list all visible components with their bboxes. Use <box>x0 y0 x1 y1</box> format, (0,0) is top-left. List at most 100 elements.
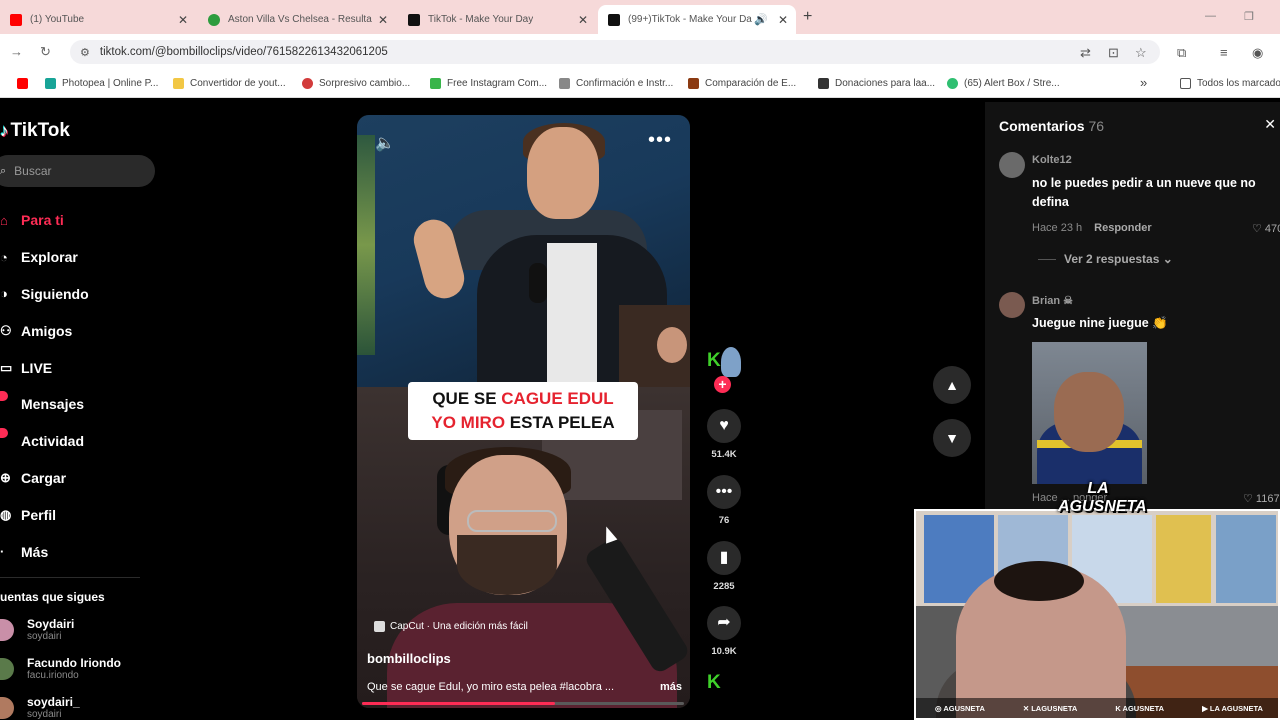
beard-shape <box>457 535 557 595</box>
video-description: Que se cague Edul, yo miro esta pelea #l… <box>367 681 682 693</box>
save-button[interactable]: ▮ 2285 <box>704 541 744 592</box>
account-handle: soydairi <box>27 709 62 720</box>
sidebar-item-para-ti[interactable]: ⌂ Para ti <box>0 202 150 239</box>
followed-account[interactable]: Soydairi soydairi <box>0 618 74 642</box>
sidebar-item-live[interactable]: ▭ LIVE <box>0 349 150 386</box>
minimize-icon[interactable]: — <box>1205 10 1216 22</box>
view-replies-button[interactable]: Ver 2 respuestas ⌄ <box>1038 252 1173 266</box>
bookmark-item[interactable]: Donaciones para laa... <box>818 78 935 89</box>
poster-image <box>1156 515 1211 603</box>
more-options-icon[interactable]: ••• <box>648 129 672 152</box>
microphone-shape <box>529 263 547 303</box>
translate-icon[interactable]: ⇄ <box>1080 45 1091 61</box>
link-icon <box>559 78 570 89</box>
reply-button[interactable]: Responder <box>1094 222 1151 234</box>
forward-icon[interactable]: → <box>10 44 23 59</box>
follow-plus-icon[interactable]: + <box>714 376 731 393</box>
comment-image[interactable] <box>1032 342 1147 484</box>
new-tab-icon[interactable]: + <box>803 8 812 26</box>
bookmark-item[interactable]: Confirmación e Instr... <box>559 78 673 89</box>
bookmark-item[interactable]: Comparación de E... <box>688 78 796 89</box>
creator-avatar[interactable]: K + <box>705 347 743 393</box>
install-icon[interactable]: ⊡ <box>1108 45 1119 61</box>
avatar[interactable] <box>999 152 1025 178</box>
speaker-icon[interactable]: 🔊 <box>754 13 768 26</box>
share-button[interactable]: ➦ 10.9K <box>704 606 744 657</box>
comment-count: 76 <box>718 515 730 526</box>
comment-time: Hace 23 h <box>1032 222 1083 234</box>
comment-like-button[interactable]: ♡ 1167 <box>1243 492 1280 505</box>
comments-header: Comentarios 76 <box>999 118 1104 134</box>
video-player[interactable]: QUE SE CAGUE EDUL YO MIRO ESTA PELEA 🔈 •… <box>357 115 690 708</box>
close-icon[interactable]: ✕ <box>378 13 388 27</box>
chevron-up-icon: ▲ <box>945 377 959 393</box>
bookmark-item[interactable]: Convertidor de yout... <box>173 78 286 89</box>
account-name: Soydairi <box>27 617 75 631</box>
nav-label: Para ti <box>21 212 64 229</box>
avatar[interactable] <box>999 292 1025 318</box>
tiktok-logo[interactable]: ♪ TikTok <box>0 120 70 142</box>
url-field[interactable]: ⚙ tiktok.com/@bombilloclips/video/761582… <box>70 40 1160 64</box>
video-author[interactable]: bombilloclips <box>367 651 451 666</box>
close-icon[interactable]: ✕ <box>778 13 788 27</box>
music-disc-icon[interactable]: K <box>707 672 721 694</box>
previous-video-button[interactable]: ▲ <box>933 366 971 404</box>
football-favicon-icon <box>208 13 220 26</box>
donation-icon <box>818 78 829 89</box>
media-icon[interactable]: ≡ <box>1220 45 1228 60</box>
search-input[interactable]: ⌕ Buscar <box>0 155 155 187</box>
like-button[interactable]: ♥ 51.4K <box>704 409 744 460</box>
close-icon[interactable]: ✕ <box>1264 116 1276 133</box>
all-bookmarks[interactable]: Todos los marcado <box>1180 78 1280 89</box>
bookmark-label: Donaciones para laa... <box>835 78 936 89</box>
more-link[interactable]: más <box>660 681 682 693</box>
bookmark-item[interactable]: (65) Alert Box / Stre... <box>947 78 1060 89</box>
reload-icon[interactable]: ↻ <box>40 44 51 60</box>
restore-icon[interactable]: ❐ <box>1244 10 1254 23</box>
comment-button[interactable]: ••• 76 <box>704 475 744 526</box>
sidebar-item-explorar[interactable]: ◔ Explorar <box>0 239 150 276</box>
tab-aston-villa[interactable]: Aston Villa Vs Chelsea - Resulta ✕ <box>198 5 396 34</box>
tab-title: Aston Villa Vs Chelsea - Resulta <box>228 14 372 25</box>
sidebar-item-siguiendo[interactable]: ◑ Siguiendo <box>0 276 150 313</box>
volume-icon[interactable]: 🔈 <box>375 133 395 153</box>
video-progress-bar[interactable] <box>362 702 684 705</box>
comment-username[interactable]: Kolte12 <box>1032 154 1072 166</box>
save-count: 2285 <box>713 581 735 592</box>
video-caption-overlay: QUE SE CAGUE EDUL YO MIRO ESTA PELEA <box>408 382 638 440</box>
notification-badge <box>0 390 8 401</box>
person-head <box>1054 372 1124 452</box>
view-replies-text: Ver 2 respuestas ⌄ <box>1064 252 1173 266</box>
sidebar-item-mensajes[interactable]: Mensajes <box>0 386 150 423</box>
bookmark-item[interactable]: Free Instagram Com... <box>430 78 547 89</box>
bookmark-item[interactable]: Sorpresivo cambio... <box>302 78 410 89</box>
account-handle: facu.iriondo <box>27 670 79 681</box>
tab-youtube[interactable]: (1) YouTube ✕ <box>0 5 196 34</box>
following-icon: ◑ <box>0 286 8 302</box>
comment-like-button[interactable]: ♡ 4704 <box>1252 222 1280 235</box>
bookmark-youtube[interactable] <box>17 78 34 89</box>
close-icon[interactable]: ✕ <box>178 13 188 27</box>
sidebar-item-cargar[interactable]: ⊕ Cargar <box>0 460 150 497</box>
next-video-button[interactable]: ▼ <box>933 419 971 457</box>
tab-tiktok-active[interactable]: (99+)TikTok - Make Your Da 🔊 ✕ <box>598 5 796 34</box>
site-settings-icon[interactable]: ⚙ <box>80 46 90 59</box>
close-icon[interactable]: ✕ <box>578 13 588 27</box>
sidebar-item-amigos[interactable]: ⚇ Amigos <box>0 312 150 349</box>
extensions-icon[interactable]: ⧉ <box>1177 45 1186 61</box>
followed-account[interactable]: soydairi_ soydairi <box>0 696 80 720</box>
profile-icon[interactable]: ◉ <box>1252 45 1263 61</box>
followed-account[interactable]: Facundo Iriondo facu.iriondo <box>0 657 121 681</box>
youtube-favicon-icon <box>10 13 22 26</box>
bookmark-star-icon[interactable]: ☆ <box>1135 45 1147 61</box>
capcut-label[interactable]: CapCut · Una edición más fácil <box>374 621 528 632</box>
bookmarks-overflow[interactable]: » <box>1140 75 1147 90</box>
bookmark-item[interactable]: Photopea | Online P... <box>45 78 158 89</box>
sidebar-item-perfil[interactable]: ◍ Perfil <box>0 496 150 533</box>
comment-username[interactable]: Brian ☠ <box>1032 294 1073 307</box>
sidebar-item-mas[interactable]: · Más <box>0 533 150 570</box>
tab-tiktok[interactable]: TikTok - Make Your Day ✕ <box>398 5 596 34</box>
account-name: soydairi_ <box>27 695 80 709</box>
glasses-shape <box>467 510 557 532</box>
sidebar-item-actividad[interactable]: Actividad <box>0 423 150 460</box>
